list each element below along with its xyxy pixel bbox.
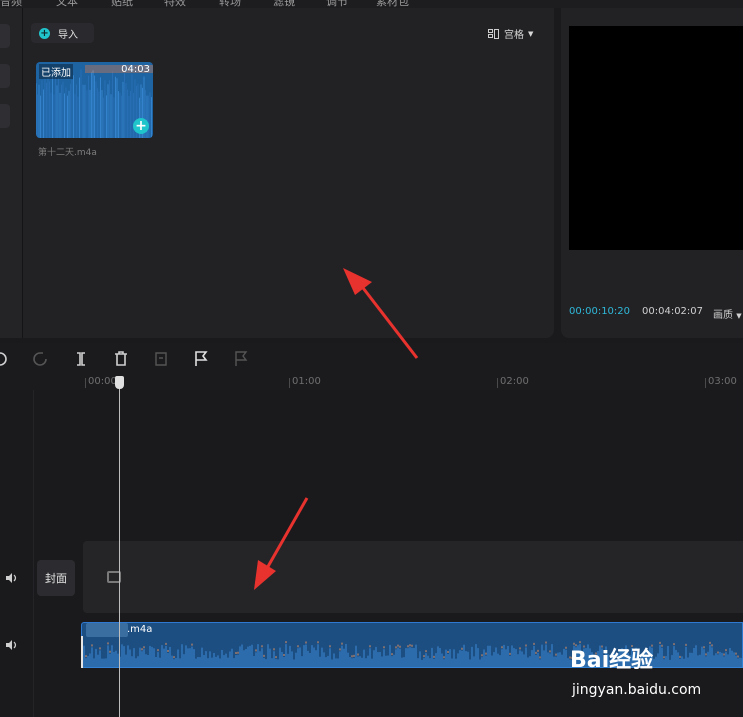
ruler-label: 01:00 [292,376,321,387]
menu-text[interactable]: 文本 [56,0,78,8]
added-badge: 已添加 [39,64,73,79]
audio-clip-name: .m4a [127,624,153,635]
redo-icon[interactable] [30,349,50,369]
import-button[interactable]: + 导入 [31,23,94,43]
player-screen[interactable] [569,26,743,250]
rail-item[interactable] [0,64,10,88]
ruler-label: 03:00 [708,376,737,387]
grid-icon [488,28,500,39]
baidu-jingyan-logo: Bai经验 [570,648,654,673]
top-menu: 音频 文本 贴纸 特效 转场 滤镜 调节 素材包 [0,0,743,8]
playhead-line [119,389,120,717]
split-icon[interactable] [71,349,91,369]
menu-effects[interactable]: 特效 [164,0,186,8]
track-header-divider [33,390,34,717]
chevron-down-icon: ▼ [528,29,534,38]
clip-trim-handle[interactable] [81,636,83,668]
add-to-timeline-icon[interactable]: + [133,118,149,134]
total-timecode: 00:04:02:07 [642,306,704,317]
card-filename: 第十二天.m4a [38,148,97,158]
rail-item[interactable] [0,104,10,128]
ruler-label: 02:00 [500,376,529,387]
timeline-ruler[interactable]: 00:00 01:00 02:00 03:00 [0,376,743,390]
current-timecode: 00:00:10:20 [569,306,631,317]
freeze-icon[interactable] [151,349,171,369]
left-category-rail [0,8,23,338]
view-mode-label: 宫格 [504,30,524,41]
cover-label: 封面 [45,572,67,585]
card-duration: 04:03 [121,64,150,75]
quality-label: 画质 [713,310,733,321]
marker-icon[interactable] [191,349,211,369]
playhead-handle[interactable] [115,376,124,389]
quality-dropdown[interactable]: 画质 ▼ [713,306,742,321]
blurred-filename [86,623,128,637]
menu-filter[interactable]: 滤镜 [273,0,295,8]
main-video-track[interactable] [83,541,743,613]
rail-item[interactable] [0,24,10,48]
speaker-icon[interactable] [5,639,19,651]
menu-sticker[interactable]: 贴纸 [111,0,133,8]
menu-audio[interactable]: 音频 [0,0,22,8]
import-label: 导入 [58,29,78,41]
ruler-label: 00:00 [88,376,117,387]
media-panel [23,8,554,338]
view-mode-dropdown[interactable]: 宫格 ▼ [488,26,533,41]
marker-disabled-icon[interactable] [231,349,251,369]
menu-transition[interactable]: 转场 [219,0,241,8]
timeline-toolbar [0,343,743,377]
menu-adjust[interactable]: 调节 [326,0,348,8]
chevron-down-icon: ▼ [736,312,742,320]
menu-material-pack[interactable]: 素材包 [376,0,409,8]
undo-icon[interactable] [0,349,10,369]
cover-button[interactable]: 封面 [37,560,75,596]
plus-icon: + [39,27,50,39]
speaker-icon[interactable] [5,572,19,584]
delete-icon[interactable] [111,349,131,369]
watermark-url: jingyan.baidu.com [572,682,702,698]
